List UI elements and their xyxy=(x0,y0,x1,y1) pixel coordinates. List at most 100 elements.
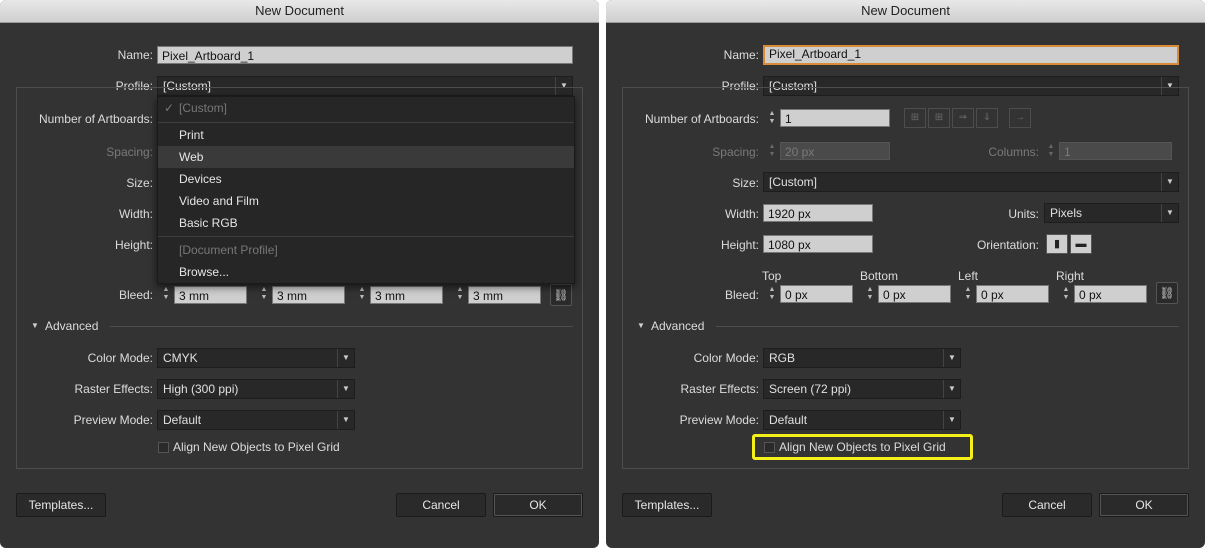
disclosure-triangle-icon[interactable]: ▼ xyxy=(637,319,645,333)
preview-mode-value: Default xyxy=(163,413,202,427)
preview-mode-label: Preview Mode: xyxy=(679,413,759,427)
align-pixel-grid-label[interactable]: Align New Objects to Pixel Grid xyxy=(173,438,340,456)
units-dropdown[interactable]: Pixels ▼ xyxy=(1044,203,1179,223)
bleed-bottom-input[interactable]: 0 px xyxy=(878,285,951,303)
stepper-icon[interactable]: ▲ ▼ xyxy=(453,286,467,304)
stepper-icon[interactable]: ▲ ▼ xyxy=(863,286,877,304)
stepper-icon[interactable]: ▲ ▼ xyxy=(159,286,173,304)
stepper-icon[interactable]: ▲ ▼ xyxy=(765,286,779,304)
artboards-input[interactable]: 1 xyxy=(780,109,890,127)
bleed-right-input[interactable]: 0 px xyxy=(1074,285,1147,303)
cancel-button[interactable]: Cancel xyxy=(396,493,486,517)
stepper-icon[interactable]: ▲ ▼ xyxy=(355,286,369,304)
bleed-left-header: Left xyxy=(958,269,979,283)
align-pixel-grid-checkbox[interactable] xyxy=(158,442,169,453)
preview-mode-dropdown[interactable]: Default ▼ xyxy=(157,410,355,430)
color-mode-dropdown[interactable]: CMYK ▼ xyxy=(157,348,355,368)
dialog-title: New Document xyxy=(0,0,599,23)
height-input[interactable]: 1080 px xyxy=(763,235,873,253)
dropdown-arrow-icon: ▼ xyxy=(337,349,354,367)
raster-effects-value: Screen (72 ppi) xyxy=(769,382,852,396)
new-document-dialog-left: New Document Name: Pixel_Artboard_1 Prof… xyxy=(0,0,599,548)
height-label: Height: xyxy=(720,238,759,252)
columns-label: Columns: xyxy=(988,145,1039,159)
templates-button[interactable]: Templates... xyxy=(622,493,712,517)
dialog-title: New Document xyxy=(606,0,1205,23)
raster-effects-value: High (300 ppi) xyxy=(163,382,239,396)
name-label: Name: xyxy=(723,48,759,62)
landscape-icon[interactable]: ▬ xyxy=(1070,234,1092,254)
height-label: Height: xyxy=(114,238,153,252)
bleed-bottom-header: Bottom xyxy=(860,269,899,283)
raster-effects-dropdown[interactable]: Screen (72 ppi) ▼ xyxy=(763,379,961,399)
bleed-top-input[interactable]: 0 px xyxy=(780,285,853,303)
arrange-grid-icon: ⇓ xyxy=(976,108,998,128)
ok-button[interactable]: OK xyxy=(1099,493,1189,517)
size-label: Size: xyxy=(732,176,759,190)
arrow-right-icon: → xyxy=(1009,108,1031,128)
width-input[interactable]: 1920 px xyxy=(763,204,873,222)
name-input[interactable]: Pixel_Artboard_1 xyxy=(157,46,573,64)
menu-item-devices[interactable]: Devices xyxy=(158,168,574,190)
bleed-left-input[interactable]: 3 mm xyxy=(370,286,443,304)
align-pixel-grid-label[interactable]: Align New Objects to Pixel Grid xyxy=(779,438,946,456)
dropdown-arrow-icon: ▼ xyxy=(1161,173,1178,191)
advanced-divider xyxy=(716,326,1179,327)
name-label: Name: xyxy=(117,48,153,62)
bleed-left-input[interactable]: 0 px xyxy=(976,285,1049,303)
chain-link-icon[interactable]: ⛓ xyxy=(1156,282,1178,304)
size-dropdown[interactable]: [Custom] ▼ xyxy=(763,172,1179,192)
width-label: Width: xyxy=(118,207,153,221)
preview-mode-label: Preview Mode: xyxy=(73,413,153,427)
color-mode-value: RGB xyxy=(769,351,796,365)
arrow-right-icon: ⇒ xyxy=(952,108,974,128)
cancel-button[interactable]: Cancel xyxy=(1002,493,1092,517)
advanced-label[interactable]: Advanced xyxy=(45,317,98,335)
width-label: Width: xyxy=(724,207,759,221)
portrait-icon[interactable]: ▮ xyxy=(1046,234,1068,254)
menu-item-basic-rgb[interactable]: Basic RGB xyxy=(158,212,574,234)
stepper-icon: ▲ ▼ xyxy=(768,143,776,158)
preview-mode-dropdown[interactable]: Default ▼ xyxy=(763,410,961,430)
raster-effects-dropdown[interactable]: High (300 ppi) ▼ xyxy=(157,379,355,399)
align-pixel-grid-checkbox[interactable] xyxy=(764,442,775,453)
columns-input: 1 xyxy=(1059,142,1172,160)
templates-button[interactable]: Templates... xyxy=(16,493,106,517)
menu-item-custom[interactable]: ✓ [Custom] xyxy=(158,97,574,119)
bleed-right-input[interactable]: 3 mm xyxy=(468,286,541,304)
spacing-label: Spacing: xyxy=(712,145,759,159)
new-document-dialog-right: New Document Name: Pixel_Artboard_1 Prof… xyxy=(606,0,1205,548)
bleed-top-input[interactable]: 3 mm xyxy=(174,286,247,304)
size-label: Size: xyxy=(126,176,153,190)
arrange-grid-icon: ⊞ xyxy=(904,108,926,128)
chain-link-icon[interactable]: ⛓ xyxy=(550,284,572,306)
stepper-icon: ▲ ▼ xyxy=(1047,143,1055,158)
stepper-icon[interactable]: ▲ ▼ xyxy=(257,286,271,304)
menu-item-browse[interactable]: Browse... xyxy=(158,261,574,283)
bleed-right-header: Right xyxy=(1056,269,1085,283)
bleed-label: Bleed: xyxy=(724,288,759,302)
dropdown-arrow-icon: ▼ xyxy=(337,411,354,429)
bleed-top-header: Top xyxy=(762,269,782,283)
stepper-icon[interactable]: ▲ ▼ xyxy=(961,286,975,304)
bleed-bottom-input[interactable]: 3 mm xyxy=(272,286,345,304)
name-input[interactable]: Pixel_Artboard_1 xyxy=(763,45,1179,65)
disclosure-triangle-icon[interactable]: ▼ xyxy=(31,319,39,333)
advanced-label[interactable]: Advanced xyxy=(651,317,704,335)
stepper-icon[interactable]: ▲ ▼ xyxy=(765,110,779,128)
dropdown-arrow-icon: ▼ xyxy=(943,411,960,429)
color-mode-label: Color Mode: xyxy=(87,351,153,365)
stepper-icon[interactable]: ▲ ▼ xyxy=(1059,286,1073,304)
ok-button[interactable]: OK xyxy=(493,493,583,517)
menu-item-video-and-film[interactable]: Video and Film xyxy=(158,190,574,212)
menu-item-web[interactable]: Web xyxy=(158,146,574,168)
dropdown-arrow-icon: ▼ xyxy=(943,349,960,367)
arrange-grid-icon: ⊞ xyxy=(928,108,950,128)
menu-item-print[interactable]: Print xyxy=(158,124,574,146)
artboards-label: Number of Artboards: xyxy=(644,112,759,126)
color-mode-dropdown[interactable]: RGB ▼ xyxy=(763,348,961,368)
artboards-label: Number of Artboards: xyxy=(38,112,153,126)
orientation-label: Orientation: xyxy=(976,238,1039,252)
menu-divider xyxy=(158,236,574,237)
raster-effects-label: Raster Effects: xyxy=(74,382,153,396)
